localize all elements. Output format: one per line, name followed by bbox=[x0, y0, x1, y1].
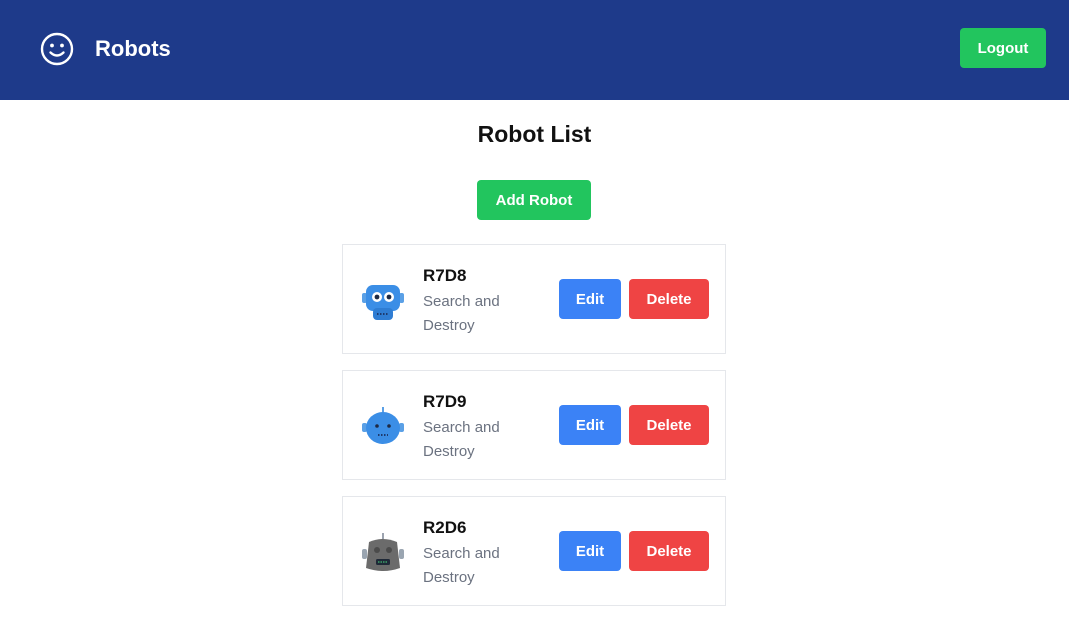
app-title: Robots bbox=[95, 36, 171, 61]
robot-description: Search and Destroy bbox=[423, 545, 500, 586]
logout-button[interactable]: Logout bbox=[960, 28, 1046, 68]
add-robot-button[interactable]: Add Robot bbox=[477, 180, 591, 220]
edit-button[interactable]: Edit bbox=[559, 531, 621, 571]
robot-name: R7D8 bbox=[423, 266, 467, 285]
robot-description: Search and Destroy bbox=[423, 419, 500, 460]
robot-name: R7D9 bbox=[423, 392, 467, 411]
top-navbar: Robots Logout bbox=[0, 0, 1069, 100]
delete-button[interactable]: Delete bbox=[629, 405, 709, 445]
delete-button[interactable]: Delete bbox=[629, 279, 709, 319]
robot-gray-icon bbox=[362, 533, 404, 571]
delete-button[interactable]: Delete bbox=[629, 531, 709, 571]
robot-name: R2D6 bbox=[423, 518, 467, 537]
smiley-icon bbox=[40, 32, 74, 66]
robot-card: R7D9 Search and Destroy Edit Delete bbox=[342, 370, 726, 480]
robot-blue-goggles-icon bbox=[362, 285, 404, 320]
robot-card: R2D6 Search and Destroy Edit Delete bbox=[342, 496, 726, 606]
edit-button[interactable]: Edit bbox=[559, 279, 621, 319]
robot-blue-round-icon bbox=[362, 407, 404, 444]
page-title: Robot List bbox=[477, 121, 592, 147]
robot-description: Search and Destroy bbox=[423, 293, 500, 334]
robot-card: R7D8 Search and Destroy Edit Delete bbox=[342, 244, 726, 354]
edit-button[interactable]: Edit bbox=[559, 405, 621, 445]
